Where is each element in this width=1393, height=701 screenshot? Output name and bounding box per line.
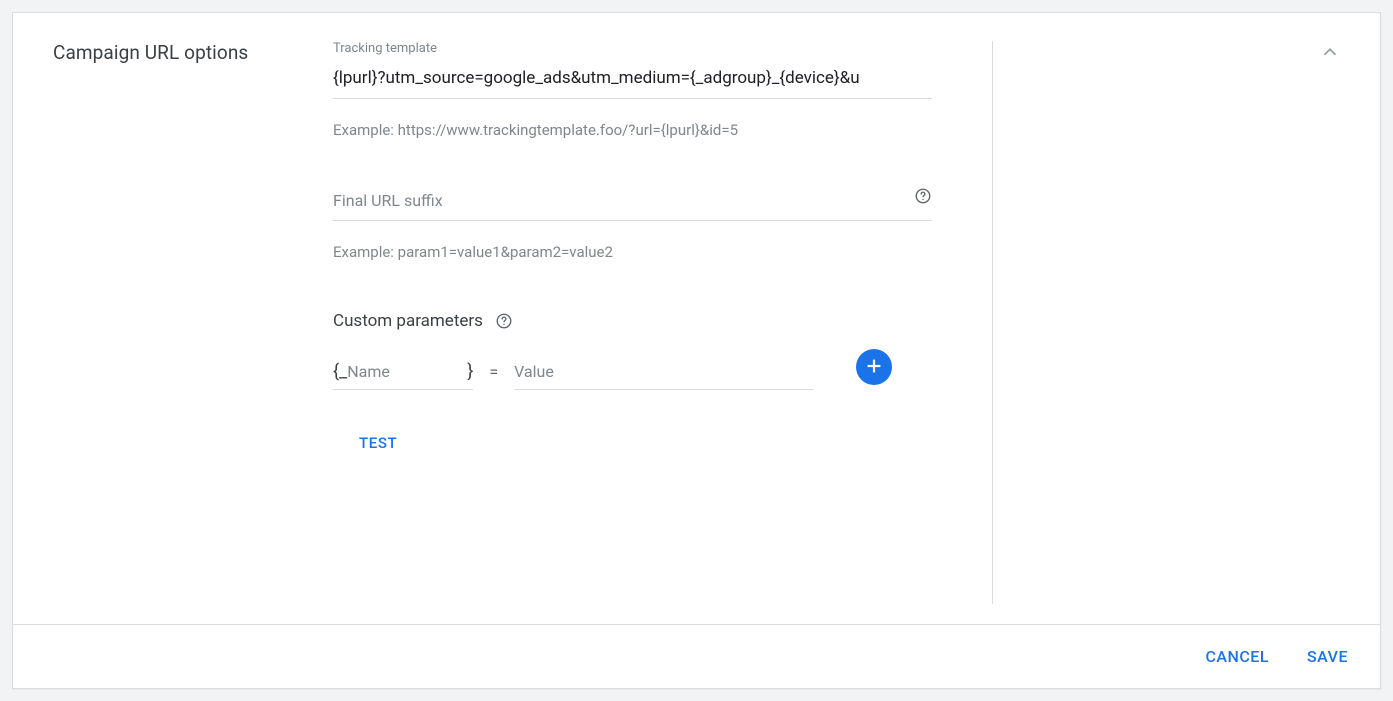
underscore: _ xyxy=(339,361,347,382)
tracking-template-input[interactable] xyxy=(333,62,932,99)
form-column: Tracking template Example: https://www.t… xyxy=(333,41,993,604)
equals-sign: = xyxy=(489,362,498,381)
final-url-suffix-input[interactable] xyxy=(333,185,932,221)
param-name-input[interactable] xyxy=(347,358,467,383)
footer-actions: CANCEL SAVE xyxy=(13,624,1380,688)
brace-close: } xyxy=(467,361,473,382)
save-button[interactable]: SAVE xyxy=(1307,647,1348,666)
tracking-template-label: Tracking template xyxy=(333,41,932,56)
section-title-column: Campaign URL options xyxy=(53,41,333,604)
final-url-suffix-group: Example: param1=value1&param2=value2 xyxy=(333,185,932,261)
custom-parameters-header: Custom parameters xyxy=(333,311,932,331)
plus-icon xyxy=(863,355,885,380)
tracking-template-example: Example: https://www.trackingtemplate.fo… xyxy=(333,121,932,139)
param-name-wrapper: { _ } xyxy=(333,358,473,390)
test-button[interactable]: TEST xyxy=(359,434,397,452)
final-url-suffix-example: Example: param1=value1&param2=value2 xyxy=(333,243,932,261)
campaign-url-options-card: Campaign URL options Tracking template E… xyxy=(12,12,1381,689)
section-title: Campaign URL options xyxy=(53,41,333,64)
content-area: Campaign URL options Tracking template E… xyxy=(13,13,1380,624)
help-icon[interactable] xyxy=(495,312,513,330)
help-icon[interactable] xyxy=(914,187,932,205)
add-parameter-button[interactable] xyxy=(856,349,892,385)
custom-parameter-row: { _ } = xyxy=(333,349,932,390)
tracking-template-group: Tracking template Example: https://www.t… xyxy=(333,41,932,139)
custom-parameters-title: Custom parameters xyxy=(333,311,483,331)
param-value-input[interactable] xyxy=(514,358,814,390)
cancel-button[interactable]: CANCEL xyxy=(1205,647,1269,666)
